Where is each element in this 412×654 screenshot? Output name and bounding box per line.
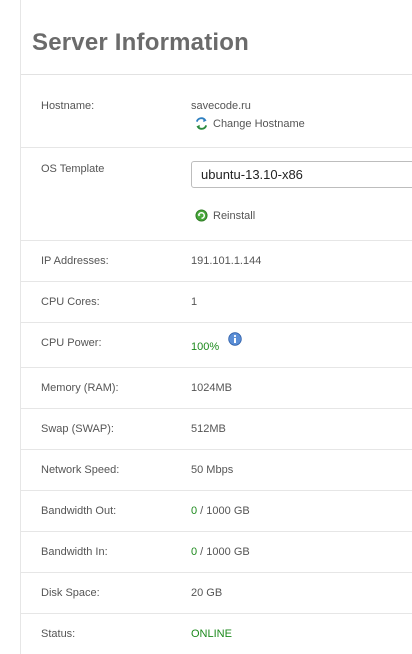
row-network-speed: Network Speed: 50 Mbps bbox=[21, 450, 412, 491]
cpu-power-label: CPU Power: bbox=[41, 337, 102, 349]
network-speed-label: Network Speed: bbox=[41, 464, 120, 476]
cpu-cores-label: CPU Cores: bbox=[41, 296, 100, 308]
change-hostname-label: Change Hostname bbox=[213, 117, 305, 130]
disk-space-label: Disk Space: bbox=[41, 587, 100, 599]
bandwidth-in-total: / 1000 GB bbox=[197, 546, 250, 558]
row-memory: Memory (RAM): 1024MB bbox=[21, 368, 412, 409]
row-bandwidth-in: Bandwidth In: 0 / 1000 GB bbox=[21, 532, 412, 573]
row-hostname: Hostname: savecode.ru Change Hostname bbox=[21, 75, 412, 148]
reinstall-button[interactable]: Reinstall bbox=[195, 209, 255, 222]
os-template-selected: ubuntu-13.10-x86 bbox=[201, 167, 303, 182]
hostname-label: Hostname: bbox=[41, 100, 95, 112]
reinstall-label: Reinstall bbox=[213, 209, 256, 222]
os-template-select[interactable]: ubuntu-13.10-x86 bbox=[191, 161, 412, 188]
memory-label: Memory (RAM): bbox=[41, 382, 119, 394]
hostname-value: savecode.ru bbox=[191, 100, 251, 112]
info-icon[interactable] bbox=[228, 332, 242, 346]
bandwidth-in-label: Bandwidth In: bbox=[41, 546, 108, 558]
status-badge: ONLINE bbox=[191, 628, 232, 640]
row-bandwidth-out: Bandwidth Out: 0 / 1000 GB bbox=[21, 491, 412, 532]
row-disk-space: Disk Space: 20 GB bbox=[21, 573, 412, 614]
cpu-cores-value: 1 bbox=[191, 296, 198, 308]
network-speed-value: 50 Mbps bbox=[191, 464, 234, 476]
row-ip: IP Addresses: 191.101.1.144 bbox=[21, 241, 412, 282]
reinstall-icon bbox=[195, 209, 208, 222]
cpu-power-value: 100% bbox=[191, 341, 220, 353]
refresh-icon bbox=[195, 117, 208, 130]
bandwidth-out-total: / 1000 GB bbox=[197, 505, 250, 517]
row-cpu-cores: CPU Cores: 1 bbox=[21, 282, 412, 323]
os-template-label: OS Template bbox=[41, 163, 105, 175]
change-hostname-button[interactable]: Change Hostname bbox=[195, 117, 305, 130]
ip-value: 191.101.1.144 bbox=[191, 255, 262, 267]
memory-value: 1024MB bbox=[191, 382, 232, 394]
status-label: Status: bbox=[41, 628, 76, 640]
ip-label: IP Addresses: bbox=[41, 255, 109, 267]
bandwidth-out-label: Bandwidth Out: bbox=[41, 505, 117, 517]
swap-value: 512MB bbox=[191, 423, 226, 435]
disk-space-value: 20 GB bbox=[191, 587, 223, 599]
bandwidth-in-value: 0 / 1000 GB bbox=[191, 546, 250, 558]
swap-label: Swap (SWAP): bbox=[41, 423, 114, 435]
row-status: Status: ONLINE bbox=[21, 614, 412, 654]
row-swap: Swap (SWAP): 512MB bbox=[21, 409, 412, 450]
server-info-panel: Server Information Hostname: savecode.ru… bbox=[20, 0, 412, 654]
bandwidth-out-value: 0 / 1000 GB bbox=[191, 505, 250, 517]
row-cpu-power: CPU Power: 100% bbox=[21, 323, 412, 368]
page-title: Server Information bbox=[32, 29, 249, 56]
